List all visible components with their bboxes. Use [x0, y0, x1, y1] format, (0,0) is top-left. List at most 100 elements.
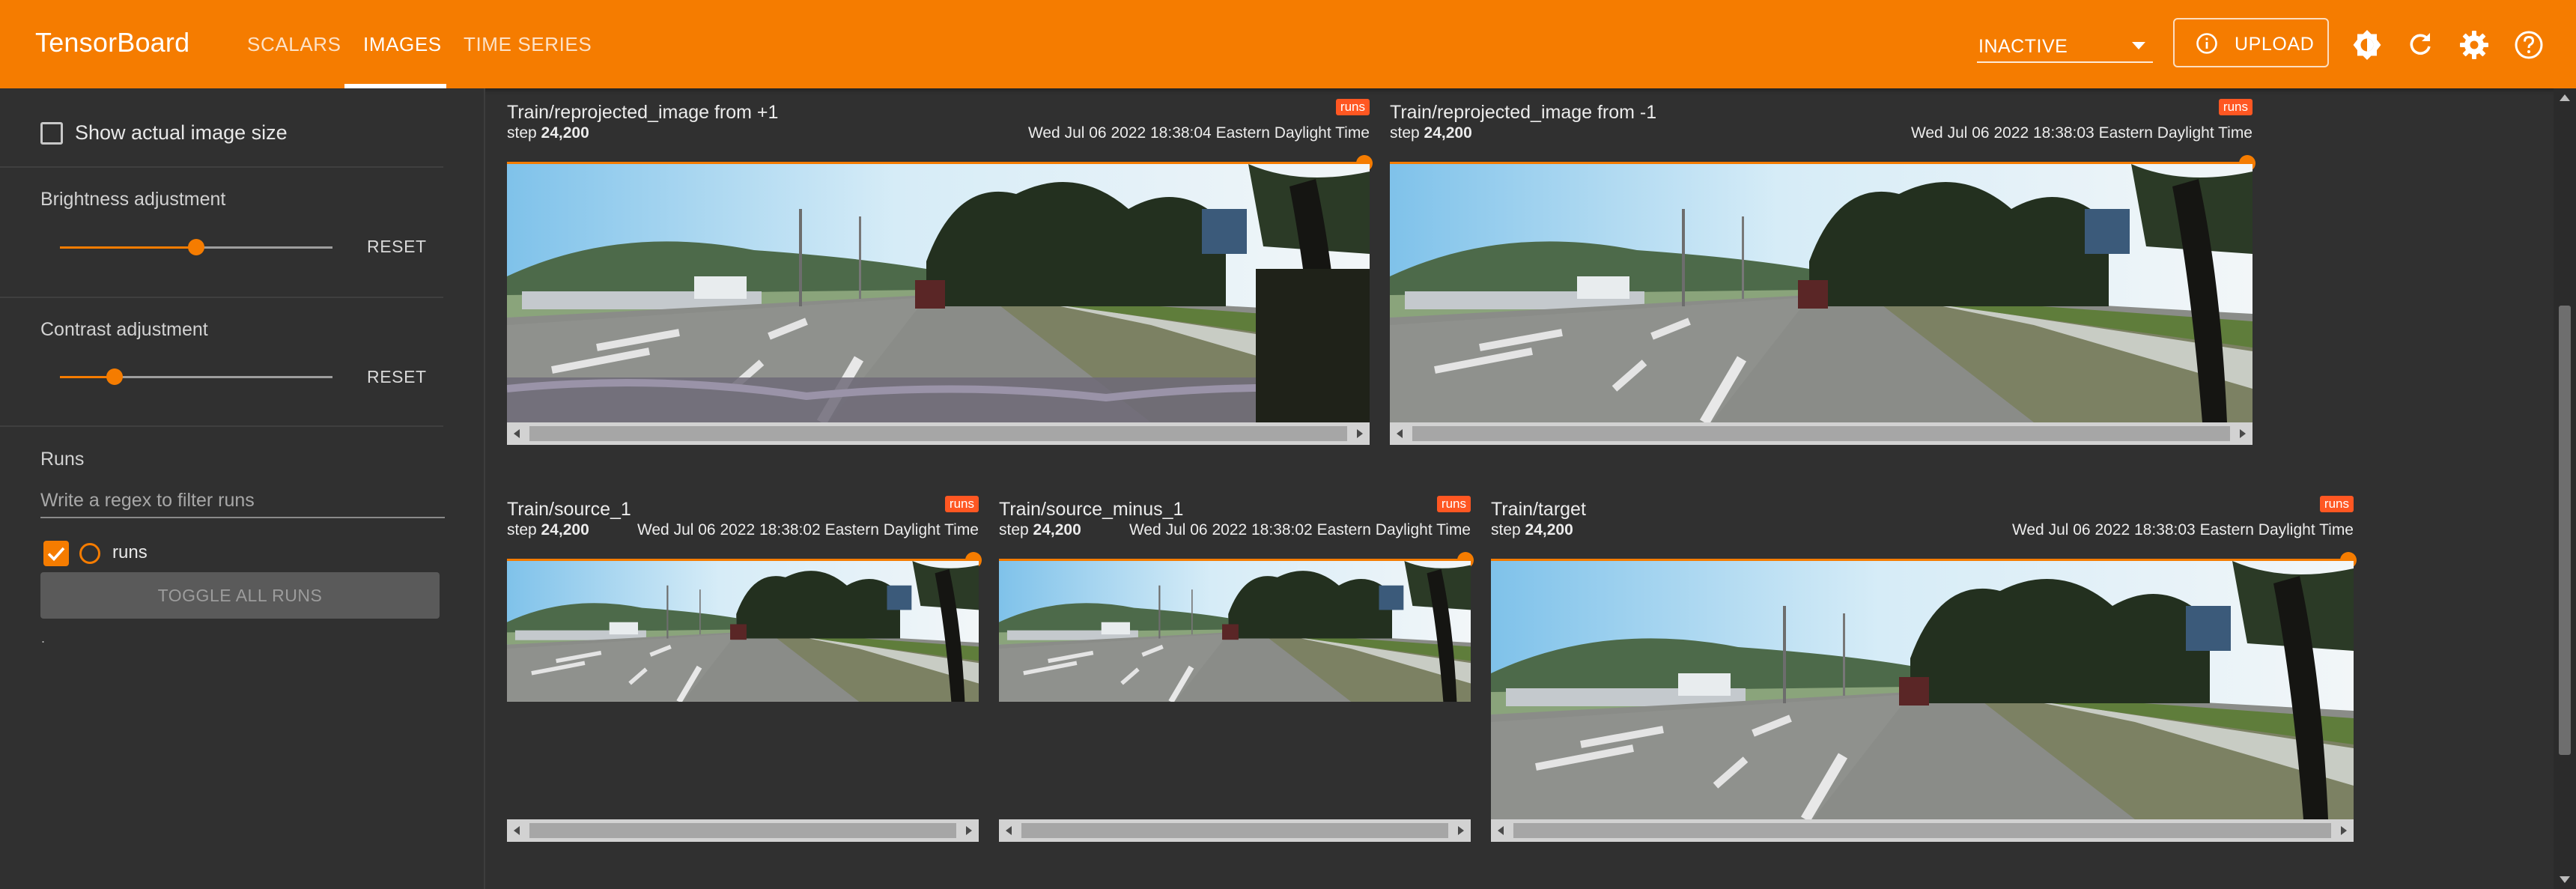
step-value: 24,200	[1424, 124, 1472, 142]
brightness-label: Brightness adjustment	[40, 189, 226, 210]
scroll-thumb[interactable]	[1513, 823, 2331, 838]
scroll-thumb[interactable]	[1412, 426, 2230, 441]
scroll-right-icon[interactable]	[2240, 429, 2246, 438]
run-label: runs	[112, 542, 148, 562]
card-timestamp: Wed Jul 06 2022 18:38:02 Eastern Dayligh…	[637, 521, 979, 538]
scroll-right-icon[interactable]	[966, 826, 972, 835]
brightness-slider[interactable]	[60, 232, 332, 262]
help-icon[interactable]	[2512, 28, 2545, 61]
contrast-slider[interactable]	[60, 362, 332, 392]
image-card: Train/source_minus_1 runs step 24,200 We…	[999, 496, 1474, 843]
toggle-all-runs-label: TOGGLE ALL RUNS	[157, 586, 323, 605]
horizontal-scrollbar[interactable]	[507, 422, 1370, 445]
scroll-thumb[interactable]	[2559, 306, 2571, 755]
road-scene-image	[1390, 164, 2253, 422]
run-badge: runs	[2319, 496, 2354, 512]
step-prefix: step	[999, 521, 1029, 538]
scroll-thumb[interactable]	[1021, 823, 1448, 838]
horizontal-scrollbar[interactable]	[507, 819, 979, 842]
show-actual-size-checkbox[interactable]	[40, 122, 63, 145]
card-step: step 24,200	[1491, 521, 1573, 539]
runs-filter-input[interactable]: Write a regex to filter runs	[40, 482, 445, 518]
run-badge: runs	[944, 496, 979, 512]
scroll-left-icon[interactable]	[1397, 429, 1403, 438]
card-timestamp: Wed Jul 06 2022 18:38:03 Eastern Dayligh…	[1910, 124, 2253, 142]
image-card: Train/source_1 runs step 24,200 Wed Jul …	[507, 496, 982, 843]
top-toolbar: TensorBoard SCALARS IMAGES TIME SERIES I…	[0, 0, 2576, 88]
runs-filter-placeholder: Write a regex to filter runs	[40, 490, 255, 511]
dark-mode-icon[interactable]	[2351, 28, 2384, 61]
run-color-swatch[interactable]	[79, 543, 100, 564]
step-prefix: step	[507, 521, 537, 538]
reload-icon[interactable]	[2404, 28, 2437, 61]
check-icon	[47, 547, 65, 562]
slider-thumb[interactable]	[188, 239, 204, 255]
card-title: Train/source_1	[507, 499, 631, 520]
divider	[0, 166, 443, 168]
brightness-reset-button[interactable]: RESET	[367, 237, 427, 257]
scroll-left-icon[interactable]	[1498, 826, 1504, 835]
image-card: Train/reprojected_image from -1 runs ste…	[1390, 99, 2255, 446]
slider-thumb[interactable]	[106, 368, 123, 385]
step-value: 24,200	[1525, 521, 1573, 538]
scroll-thumb[interactable]	[529, 823, 956, 838]
step-prefix: step	[1390, 124, 1420, 142]
vertical-scrollbar[interactable]	[2554, 88, 2576, 889]
sidebar: Show actual image size Brightness adjust…	[0, 88, 485, 889]
road-scene-image	[1491, 561, 2354, 819]
step-prefix: step	[1491, 521, 1521, 538]
step-value: 24,200	[1033, 521, 1081, 538]
card-timestamp: Wed Jul 06 2022 18:38:02 Eastern Dayligh…	[1128, 521, 1471, 538]
contrast-reset-button[interactable]: RESET	[367, 367, 427, 387]
scroll-left-icon[interactable]	[514, 429, 520, 438]
image-view	[999, 561, 1471, 702]
image-view	[507, 164, 1370, 422]
show-actual-size-label: Show actual image size	[75, 121, 288, 144]
toggle-all-runs-button[interactable]: TOGGLE ALL RUNS	[40, 572, 440, 619]
upload-label: UPLOAD	[2235, 34, 2315, 55]
card-step: step 24,200	[507, 124, 589, 142]
horizontal-scrollbar[interactable]	[999, 819, 1471, 842]
run-badge: runs	[2218, 99, 2253, 115]
horizontal-scrollbar[interactable]	[1390, 422, 2253, 445]
card-step: step 24,200	[1390, 124, 1472, 142]
road-scene-image	[507, 164, 1370, 422]
scroll-down-icon[interactable]	[2560, 876, 2570, 883]
upload-button[interactable]: UPLOAD	[2173, 18, 2329, 67]
card-title: Train/source_minus_1	[999, 499, 1184, 520]
scroll-thumb[interactable]	[529, 426, 1347, 441]
road-scene-image	[999, 561, 1471, 702]
step-prefix: step	[507, 124, 537, 142]
tab-images[interactable]: IMAGES	[363, 33, 442, 56]
road-scene-image	[507, 561, 979, 702]
image-card: Train/reprojected_image from +1 runs ste…	[507, 99, 1373, 446]
horizontal-scrollbar[interactable]	[1491, 819, 2354, 842]
runs-title: Runs	[40, 449, 85, 470]
scroll-right-icon[interactable]	[1357, 429, 1363, 438]
run-badge: runs	[1436, 496, 1471, 512]
step-value: 24,200	[541, 521, 589, 538]
scroll-right-icon[interactable]	[1458, 826, 1464, 835]
runs-footnote: .	[41, 631, 46, 646]
scroll-left-icon[interactable]	[1006, 826, 1012, 835]
card-step: step 24,200	[999, 521, 1081, 539]
tab-scalars[interactable]: SCALARS	[247, 33, 341, 56]
divider	[0, 297, 443, 298]
run-checkbox[interactable]	[43, 541, 69, 566]
slider-fill	[60, 246, 196, 249]
image-card: Train/target runs step 24,200 Wed Jul 06…	[1491, 496, 2357, 843]
reload-status-select[interactable]: INACTIVE	[1977, 30, 2153, 63]
scroll-right-icon[interactable]	[2341, 826, 2347, 835]
card-title: Train/reprojected_image from -1	[1390, 102, 1657, 123]
settings-icon[interactable]	[2458, 28, 2491, 61]
app-brand: TensorBoard	[35, 27, 190, 58]
card-timestamp: Wed Jul 06 2022 18:38:04 Eastern Dayligh…	[1027, 124, 1370, 142]
info-icon	[2196, 33, 2217, 54]
scroll-up-icon[interactable]	[2560, 94, 2570, 101]
image-view	[1390, 164, 2253, 422]
scroll-left-icon[interactable]	[514, 826, 520, 835]
card-timestamp: Wed Jul 06 2022 18:38:03 Eastern Dayligh…	[2011, 521, 2354, 538]
run-badge: runs	[1335, 99, 1370, 115]
card-title: Train/reprojected_image from +1	[507, 102, 779, 123]
tab-time-series[interactable]: TIME SERIES	[464, 33, 592, 56]
